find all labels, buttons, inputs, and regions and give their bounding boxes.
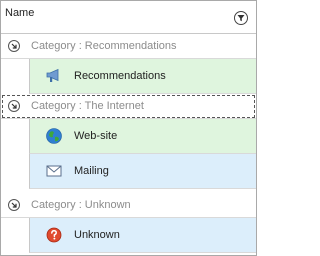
group-label: Category : Recommendations (31, 40, 177, 52)
envelope-icon (45, 162, 63, 180)
megaphone-icon (45, 67, 63, 85)
row-label: Mailing (74, 165, 109, 177)
list-item-web-site[interactable]: Web-site (29, 119, 256, 154)
collapse-group-icon[interactable] (8, 40, 20, 52)
list-item-recommendations[interactable]: Recommendations (29, 59, 256, 94)
group-label: Category : Unknown (31, 199, 131, 211)
collapse-group-icon[interactable] (8, 100, 20, 112)
group-label: Category : The Internet (31, 100, 144, 112)
data-grid: Name Category : Recommendations Recommen… (0, 0, 257, 256)
question-icon (45, 226, 63, 244)
list-item-unknown[interactable]: Unknown (29, 218, 256, 253)
group-row-the-internet[interactable]: Category : The Internet (1, 94, 256, 119)
row-label: Unknown (74, 229, 120, 241)
list-item-mailing[interactable]: Mailing (29, 154, 256, 189)
row-label: Web-site (74, 130, 118, 142)
filter-icon[interactable] (234, 11, 248, 25)
group-row-recommendations[interactable]: Category : Recommendations (1, 34, 256, 59)
group-row-unknown[interactable]: Category : Unknown (1, 193, 256, 218)
row-label: Recommendations (74, 70, 166, 82)
name-column-header[interactable]: Name (5, 7, 34, 19)
grid-header: Name (1, 1, 256, 34)
globe-icon (45, 127, 63, 145)
collapse-group-icon[interactable] (8, 199, 20, 211)
